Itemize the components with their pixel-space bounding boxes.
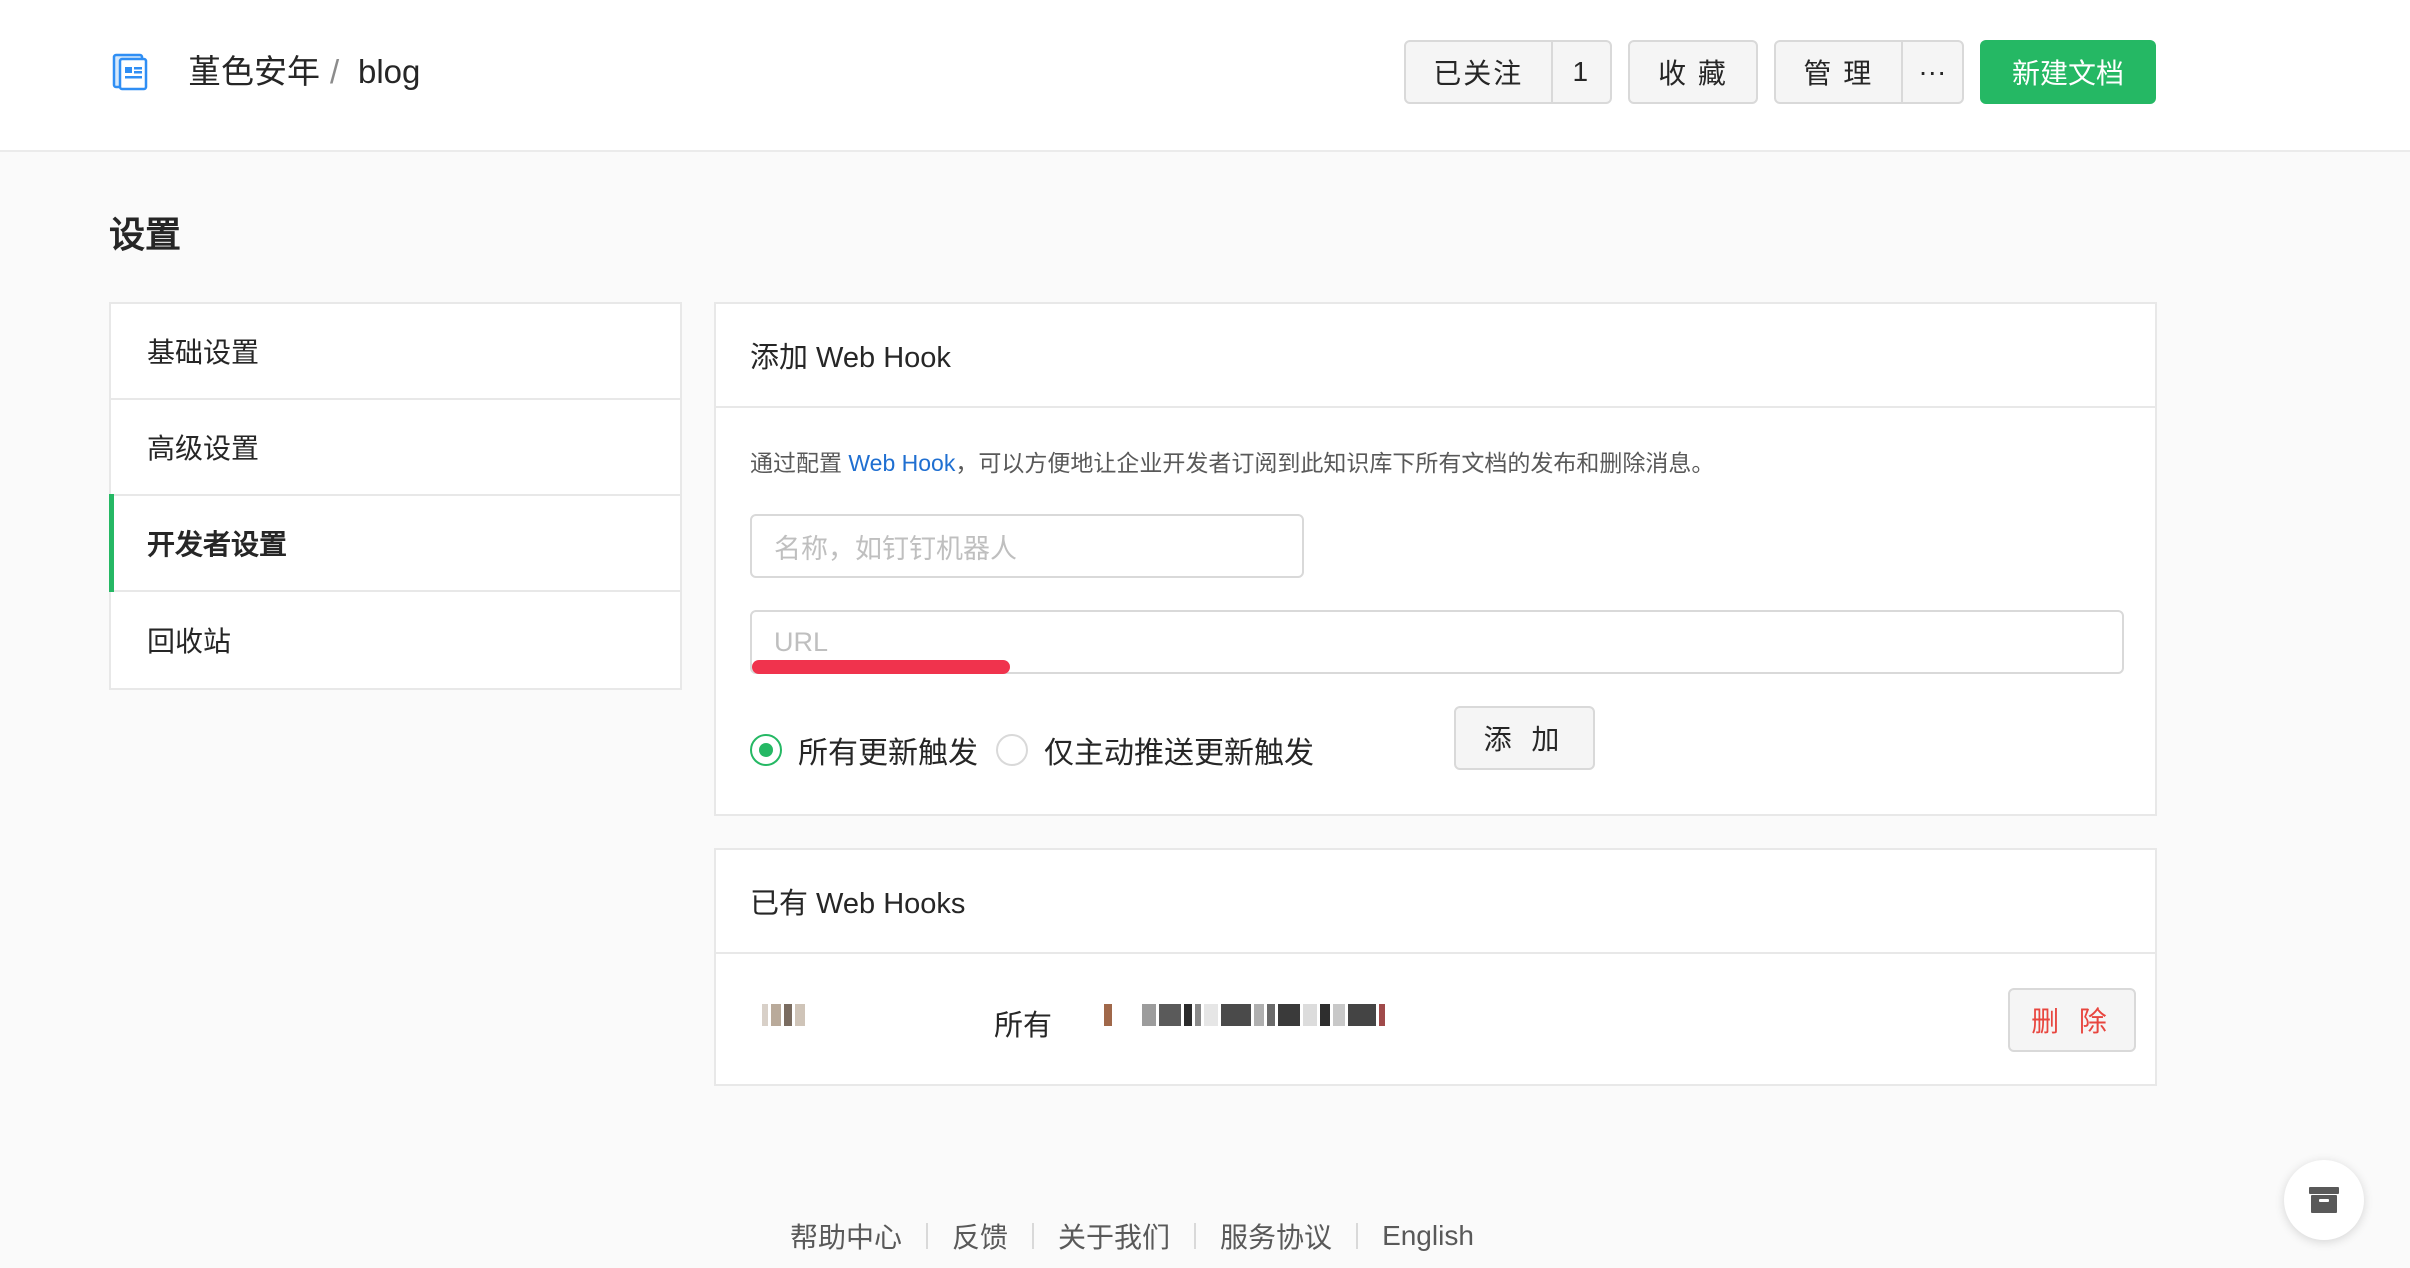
more-icon[interactable]: ··· [1900,42,1962,102]
description-suffix: ，可以方便地让企业开发者订阅到此知识库下所有文档的发布和删除消息。 [955,450,1715,476]
settings-sidebar: 基础设置 高级设置 开发者设置 回收站 [109,302,682,690]
breadcrumb-separator: / [330,53,340,90]
collect-button[interactable]: 收 藏 [1628,40,1758,104]
book-icon[interactable] [112,53,150,91]
existing-webhooks-title: 已有 Web Hooks [716,850,2155,954]
description-prefix: 通过配置 [750,450,849,476]
add-webhook-button[interactable]: 添 加 [1454,706,1595,770]
footer-link-feedback[interactable]: 反馈 [952,1216,1008,1256]
radio-all-label: 所有更新触发 [798,737,978,770]
sidebar-item-basic[interactable]: 基础设置 [111,304,680,400]
webhook-description: 通过配置 Web Hook，可以方便地让企业开发者订阅到此知识库下所有文档的发布… [750,444,1714,478]
floating-archive-button[interactable] [2284,1160,2364,1240]
footer-link-help[interactable]: 帮助中心 [790,1216,902,1256]
radio-all-updates[interactable]: 所有更新触发 [750,728,978,772]
add-webhook-title: 添加 Web Hook [716,304,2155,408]
radio-unchecked-icon [996,734,1028,766]
webhook-url-redacted [1104,1004,1388,1032]
footer-divider [1356,1223,1359,1249]
footer-link-about[interactable]: 关于我们 [1058,1216,1170,1256]
footer-link-terms[interactable]: 服务协议 [1220,1216,1332,1256]
manage-button[interactable]: 管 理 [1776,42,1901,102]
top-header: 堇色安年 / blog 已关注 1 收 藏 管 理 ··· 新建文档 [0,0,2410,152]
follow-button-group: 已关注 1 [1404,40,1612,104]
footer-divider [1032,1223,1035,1249]
webhook-type: 所有 [994,1010,1053,1042]
webhook-name-input[interactable]: 名称，如钉钉机器人 [750,514,1304,578]
sidebar-item-recycle-bin[interactable]: 回收站 [111,592,680,688]
manage-button-group: 管 理 ··· [1774,40,1964,104]
radio-push-only[interactable]: 仅主动推送更新触发 [996,728,1314,772]
footer-link-english[interactable]: English [1382,1220,1474,1252]
footer-divider [926,1223,929,1249]
existing-webhooks-card: 已有 Web Hooks [714,848,2157,1086]
radio-push-label: 仅主动推送更新触发 [1044,737,1314,770]
follow-count[interactable]: 1 [1550,42,1610,102]
page-title: 设置 [109,214,182,255]
add-webhook-card: 添加 Web Hook 通过配置 Web Hook，可以方便地让企业开发者订阅到… [714,302,2157,816]
annotation-underline [752,660,1010,674]
follow-button[interactable]: 已关注 [1406,42,1551,102]
webhook-doc-link[interactable]: Web Hook [848,450,955,476]
footer-divider [1194,1223,1197,1249]
archive-icon [2309,1187,2339,1213]
footer-links: 帮助中心 反馈 关于我们 服务协议 English [790,1216,1474,1256]
breadcrumb-owner[interactable]: 堇色安年 [188,50,320,94]
webhook-name-redacted [762,1004,808,1032]
new-doc-button[interactable]: 新建文档 [1980,40,2156,104]
delete-webhook-button[interactable]: 删 除 [2008,988,2136,1052]
radio-checked-icon [750,734,782,766]
breadcrumb-repo[interactable]: blog [358,50,420,94]
sidebar-item-developer[interactable]: 开发者设置 [109,494,680,592]
sidebar-item-advanced[interactable]: 高级设置 [111,400,680,496]
